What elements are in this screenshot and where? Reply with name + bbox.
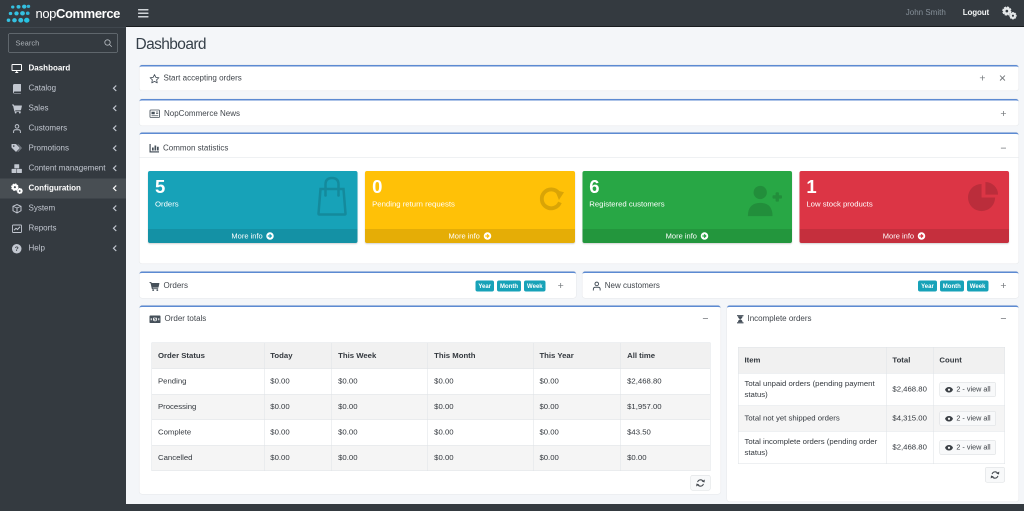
svg-text:?: ? [15, 246, 19, 253]
